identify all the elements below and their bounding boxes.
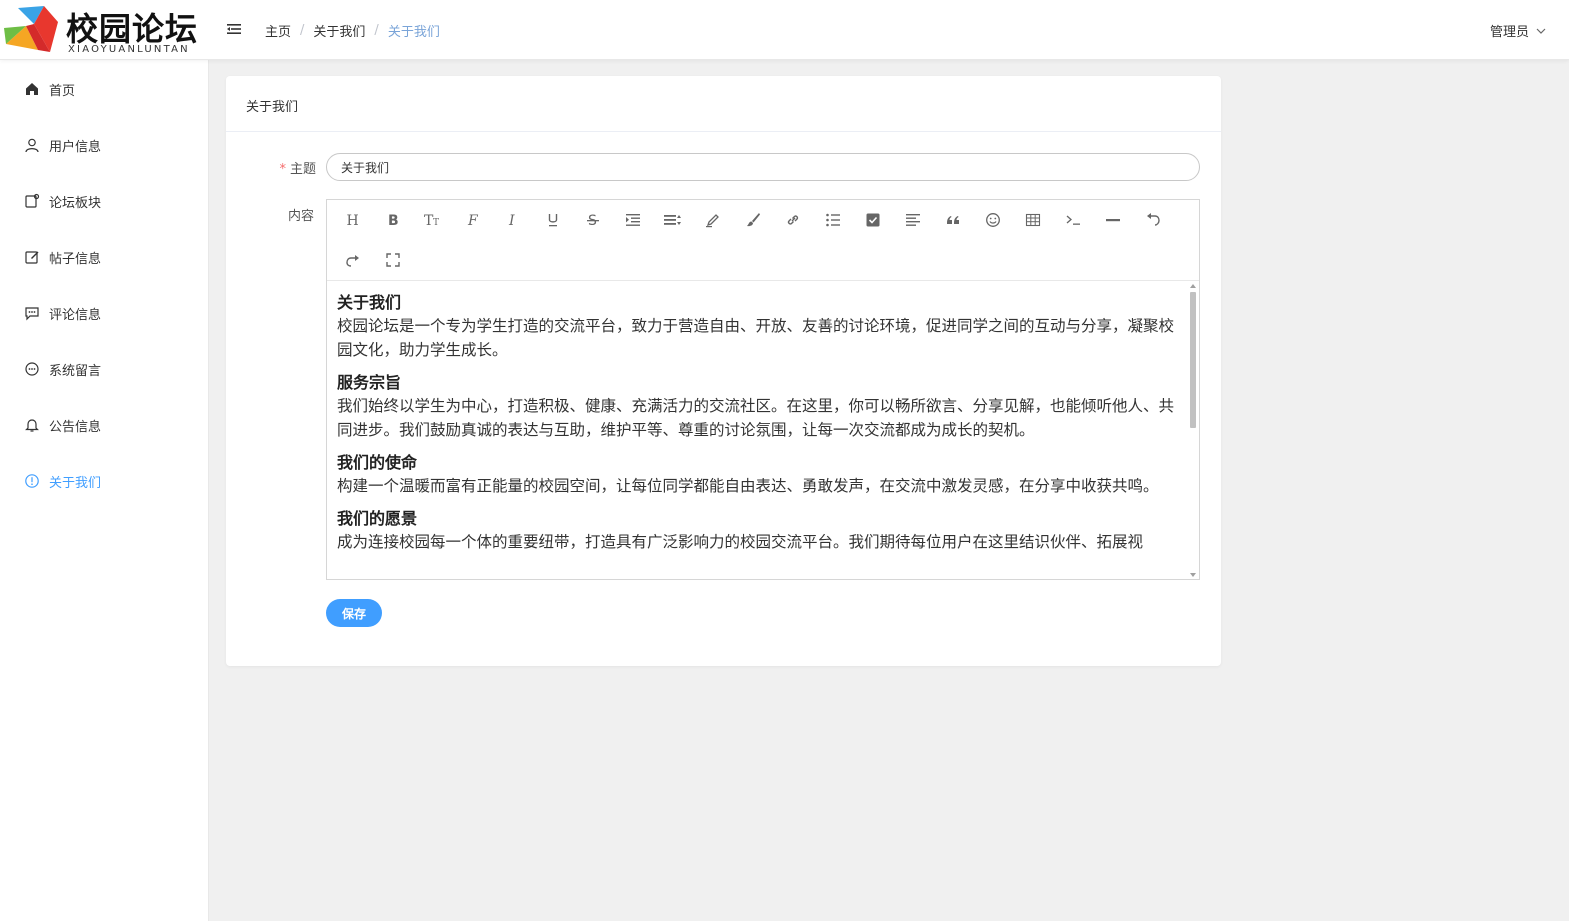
sidebar-item-boards[interactable]: 论坛板块: [0, 173, 208, 229]
content-heading: 服务宗旨: [337, 373, 402, 392]
subject-input[interactable]: [326, 153, 1200, 181]
editor-toolbar: H B TT F I S: [327, 200, 1199, 281]
todo-icon[interactable]: [860, 207, 886, 233]
heading-icon[interactable]: H: [340, 207, 366, 233]
undo-icon[interactable]: [1140, 207, 1166, 233]
sidebar-item-label: 公告信息: [49, 419, 102, 435]
sidebar-item-label: 关于我们: [49, 475, 102, 491]
home-icon: [24, 81, 40, 97]
svg-text:F: F: [467, 213, 479, 228]
content-heading: 我们的使命: [337, 453, 418, 472]
content-paragraph: 我们始终以学生为中心，打造积极、健康、充满活力的交流社区。在这里，你可以畅所欲言…: [337, 397, 1175, 439]
link-icon[interactable]: [780, 207, 806, 233]
editor-scrollbar[interactable]: [1188, 282, 1198, 579]
svg-text:H: H: [347, 213, 359, 228]
content-paragraph: 构建一个温暖而富有正能量的校园空间，让每位同学都能自由表达、勇敢发声，在交流中激…: [337, 477, 1159, 495]
font-size-icon[interactable]: TT: [420, 207, 446, 233]
board-icon: [24, 193, 40, 209]
sidebar-item-label: 评论信息: [49, 307, 102, 323]
sidebar-item-label: 系统留言: [49, 363, 102, 379]
breadcrumb: 主页 / 关于我们 / 关于我们: [265, 21, 440, 40]
breadcrumb-current: 关于我们: [387, 25, 440, 40]
sidebar-item-posts[interactable]: 帖子信息: [0, 229, 208, 285]
sidebar-item-label: 论坛板块: [49, 195, 102, 211]
breadcrumb-home[interactable]: 主页: [265, 21, 291, 40]
sidebar-item-home[interactable]: 首页: [0, 61, 208, 117]
subject-label: * 主题: [279, 162, 316, 177]
underline-icon[interactable]: [540, 207, 566, 233]
font-family-icon[interactable]: F: [460, 207, 486, 233]
quote-icon[interactable]: [940, 207, 966, 233]
redo-icon[interactable]: [340, 247, 366, 273]
sidebar-item-notices[interactable]: 公告信息: [0, 397, 208, 453]
italic-icon[interactable]: I: [500, 207, 526, 233]
menu-toggle-icon[interactable]: [226, 21, 242, 37]
top-header: 校园论坛 XIAOYUANLUNTAN 主页 / 关于我们 / 关于我们 管理员: [0, 0, 1569, 60]
divider-icon[interactable]: [1100, 207, 1126, 233]
table-icon[interactable]: [1020, 207, 1046, 233]
sidebar-item-label: 用户信息: [49, 139, 102, 155]
font-color-icon[interactable]: [700, 207, 726, 233]
sidebar-item-about[interactable]: 关于我们: [0, 453, 208, 509]
bell-icon: [24, 417, 40, 433]
justify-icon[interactable]: [900, 207, 926, 233]
comment-icon: [24, 305, 40, 321]
info-icon: [24, 473, 40, 489]
logo-mark-icon: [4, 6, 58, 52]
required-mark: *: [279, 162, 286, 177]
sidebar: 首页 用户信息 论坛板块 帖子信息 评论信息 系统留言 公告信息 关于我们: [0, 60, 209, 921]
list-icon[interactable]: [820, 207, 846, 233]
breadcrumb-separator: /: [374, 23, 379, 38]
emoticon-icon[interactable]: [980, 207, 1006, 233]
scrollbar-thumb[interactable]: [1190, 292, 1196, 428]
breadcrumb-separator: /: [300, 23, 305, 38]
chevron-down-icon: [1536, 28, 1546, 34]
content-heading: 我们的愿景: [337, 509, 418, 528]
scroll-up-arrow-icon[interactable]: [1190, 284, 1196, 288]
svg-text:T: T: [433, 218, 439, 228]
user-icon: [24, 137, 40, 153]
editor-content[interactable]: 关于我们 校园论坛是一个专为学生打造的交流平台，致力于营造自由、开放、友善的讨论…: [327, 282, 1191, 579]
edit-icon: [24, 249, 40, 265]
line-height-icon[interactable]: [660, 207, 686, 233]
sidebar-item-users[interactable]: 用户信息: [0, 117, 208, 173]
about-card: 关于我们 *主题 内容 H B TT F I S: [226, 76, 1221, 666]
card-title: 关于我们: [226, 76, 1221, 132]
breadcrumb-parent[interactable]: 关于我们: [313, 21, 365, 40]
scroll-down-arrow-icon[interactable]: [1190, 573, 1196, 577]
rich-text-editor[interactable]: H B TT F I S 关于我们 校园论坛是一个专为学生打造的交流平台，致力于…: [326, 199, 1200, 580]
sidebar-item-label: 首页: [49, 83, 76, 99]
user-name: 管理员: [1489, 25, 1529, 40]
background-color-icon[interactable]: [740, 207, 766, 233]
logo-subtitle: XIAOYUANLUNTAN: [68, 44, 190, 55]
content-paragraph: 成为连接校园每一个体的重要纽带，打造具有广泛影响力的校园交流平台。我们期待每位用…: [337, 533, 1144, 551]
logo[interactable]: 校园论坛 XIAOYUANLUNTAN: [4, 4, 208, 56]
content-label: 内容: [287, 209, 314, 224]
content-heading: 关于我们: [337, 293, 402, 312]
svg-text:I: I: [508, 213, 515, 228]
sidebar-item-label: 帖子信息: [49, 251, 102, 267]
indent-icon[interactable]: [620, 207, 646, 233]
user-menu[interactable]: 管理员: [1490, 21, 1547, 40]
sidebar-item-messages[interactable]: 系统留言: [0, 341, 208, 397]
svg-text:B: B: [388, 213, 399, 228]
strikethrough-icon[interactable]: S: [580, 207, 606, 233]
fullscreen-icon[interactable]: [380, 247, 406, 273]
bold-icon[interactable]: B: [380, 207, 406, 233]
content-paragraph: 校园论坛是一个专为学生打造的交流平台，致力于营造自由、开放、友善的讨论环境，促进…: [337, 317, 1175, 359]
save-button[interactable]: 保存: [326, 599, 382, 627]
sidebar-item-comments[interactable]: 评论信息: [0, 285, 208, 341]
chat-icon: [24, 361, 40, 377]
code-icon[interactable]: [1060, 207, 1086, 233]
